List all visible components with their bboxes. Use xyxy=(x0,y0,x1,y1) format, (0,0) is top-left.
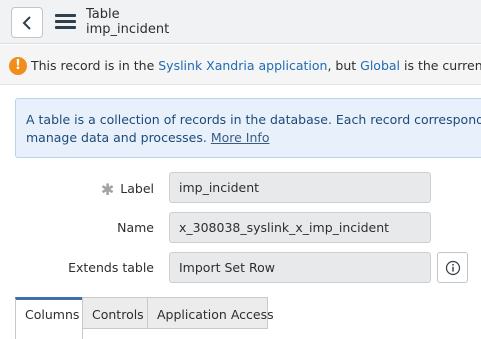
warning-icon: ! xyxy=(9,57,27,75)
tab-columns[interactable]: Columns xyxy=(15,297,83,339)
info-line-2-text: manage data and processes. xyxy=(26,130,207,145)
record-name-label: imp_incident xyxy=(86,22,170,37)
tab-application-access[interactable]: Application Access xyxy=(147,297,274,329)
scope-warning-text: This record is in the Syslink Xandria ap… xyxy=(31,58,481,73)
label-field-caption: ✱ Label xyxy=(101,180,154,199)
info-line-2: manage data and processes. More Info xyxy=(26,129,481,147)
label-input[interactable]: imp_incident xyxy=(169,172,431,203)
notice-middle: , but xyxy=(327,58,361,73)
extends-table-input[interactable]: Import Set Row xyxy=(169,252,431,283)
form-header: Table imp_incident xyxy=(0,0,481,44)
table-info-box: A table is a collection of records in th… xyxy=(15,98,481,158)
tab-controls[interactable]: Controls xyxy=(82,297,148,329)
record-type-label: Table xyxy=(86,7,120,22)
name-field-caption: Name xyxy=(117,220,154,235)
app-name-link[interactable]: Syslink Xandria xyxy=(158,58,254,73)
extends-field-row: Extends table Import Set Row xyxy=(0,252,481,284)
info-line-1: A table is a collection of records in th… xyxy=(26,112,481,127)
info-circle-icon xyxy=(445,260,460,275)
app-word[interactable]: application xyxy=(255,58,327,73)
scope-warning-banner: ! This record is in the Syslink Xandria … xyxy=(0,45,481,85)
chevron-left-icon xyxy=(22,15,31,30)
name-input[interactable]: x_308038_syslink_x_imp_incident xyxy=(169,212,431,243)
more-info-link[interactable]: More Info xyxy=(211,130,270,145)
reference-info-button[interactable] xyxy=(437,252,468,283)
extends-field-caption: Extends table xyxy=(68,260,154,275)
notice-prefix: This record is in the xyxy=(31,58,159,73)
back-button[interactable] xyxy=(11,7,43,38)
table-info-text: A table is a collection of records in th… xyxy=(26,111,481,147)
menu-icon[interactable] xyxy=(55,14,76,30)
current-scope-link[interactable]: Global xyxy=(360,58,400,73)
notice-suffix: is the current applicatio xyxy=(403,58,481,73)
name-field-row: Name x_308038_syslink_x_imp_incident xyxy=(0,212,481,244)
form-title: Table imp_incident xyxy=(86,7,169,37)
label-caption-text: Label xyxy=(120,181,154,196)
label-field-row: ✱ Label imp_incident xyxy=(0,172,481,204)
mandatory-icon: ✱ xyxy=(100,180,115,199)
